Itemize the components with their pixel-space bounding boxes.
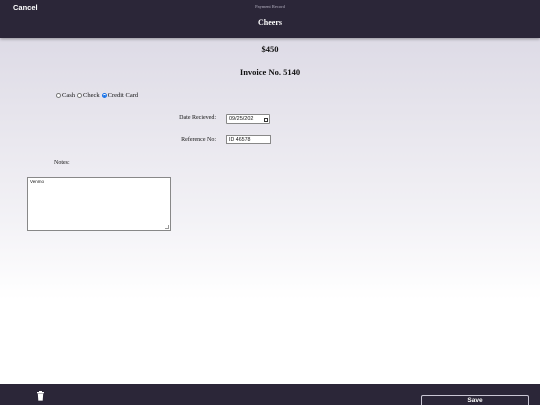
delete-button[interactable] xyxy=(36,389,45,401)
radio-cash[interactable] xyxy=(56,93,61,98)
header-bar: Cancel Payment Record Cheers xyxy=(0,0,540,38)
invoice-number: Invoice No. 5140 xyxy=(239,67,301,77)
radio-option-check[interactable]: Check xyxy=(77,91,102,100)
reference-value: ID 46578 xyxy=(229,137,251,143)
header-subtitle: Payment Record xyxy=(255,4,285,9)
radio-label-credit-card: Credit Card xyxy=(107,92,139,99)
date-received-input[interactable]: 09/25/202 xyxy=(226,114,270,124)
trash-icon xyxy=(37,391,44,401)
calendar-icon[interactable] xyxy=(263,117,268,122)
page-title: Cheers xyxy=(258,18,282,27)
radio-label-check: Check xyxy=(83,92,100,99)
radio-label-cash: Cash xyxy=(62,92,75,99)
radio-check[interactable] xyxy=(77,93,82,98)
radio-option-cash[interactable]: Cash xyxy=(56,91,77,100)
footer-bar: Save xyxy=(0,384,540,405)
notes-label: Notes: xyxy=(54,160,70,166)
resize-handle[interactable] xyxy=(165,225,169,229)
payment-amount: $450 xyxy=(261,44,279,54)
payment-method-group: Cash Check Credit Card xyxy=(56,91,140,100)
date-received-label: Date Recieved: xyxy=(179,115,216,121)
notes-textarea[interactable]: Venmo xyxy=(27,177,171,231)
radio-option-credit-card[interactable]: Credit Card xyxy=(101,91,141,100)
reference-number-input[interactable]: ID 46578 xyxy=(226,135,271,144)
date-value: 09/25/202 xyxy=(229,116,254,122)
save-button[interactable]: Save xyxy=(421,395,529,405)
radio-credit-card[interactable] xyxy=(101,93,107,98)
notes-value: Venmo xyxy=(30,179,45,184)
reference-number-label: Reference No: xyxy=(181,137,216,143)
